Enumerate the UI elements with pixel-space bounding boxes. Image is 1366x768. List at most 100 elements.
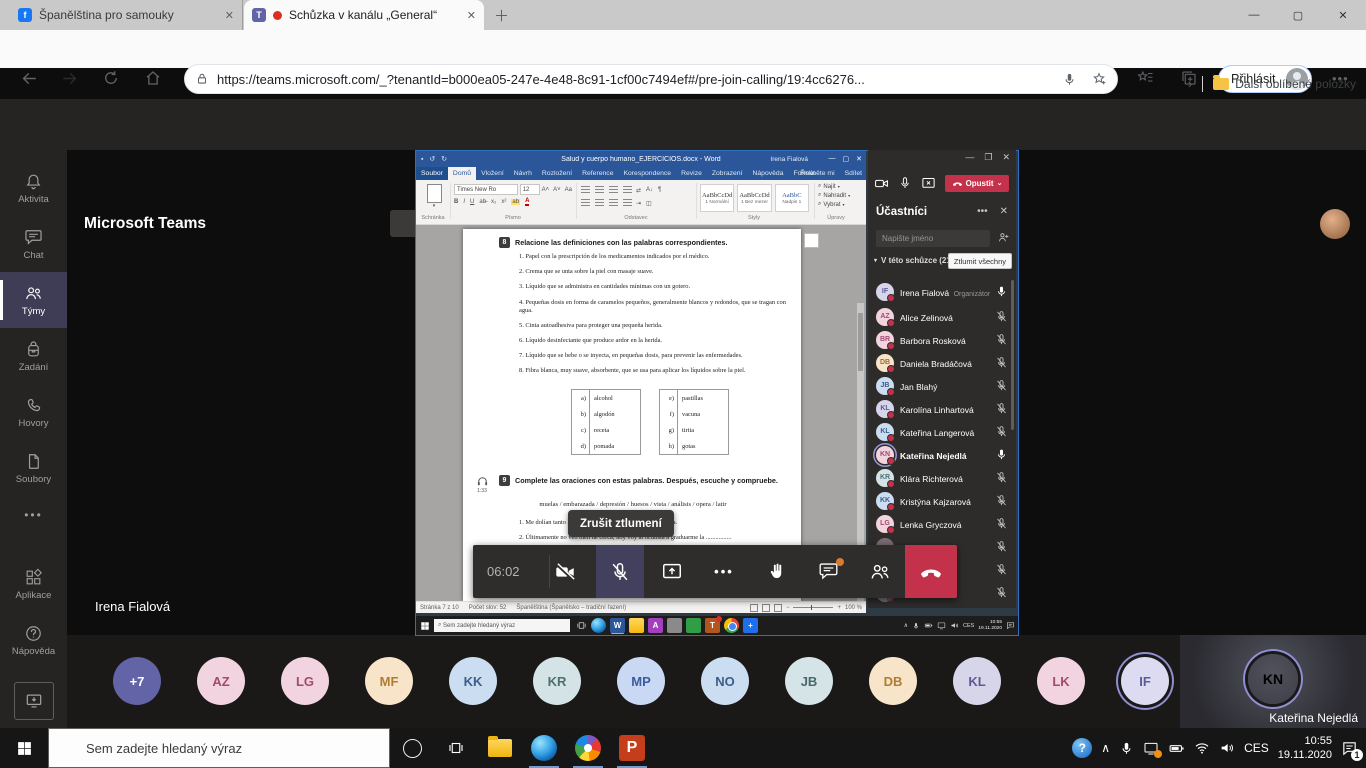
shared-taskbar-pin[interactable] [667, 618, 682, 633]
editing-command[interactable]: ⌕ Najít ▾ [818, 182, 862, 191]
browser-tab-active[interactable]: T Schůzka v kanálu „General“ ✕ [244, 0, 484, 30]
muted-mic-icon[interactable] [995, 563, 1008, 576]
taskbar-search-input[interactable]: Sem zadejte hledaný výraz [48, 728, 390, 768]
muted-mic-icon[interactable] [995, 425, 1008, 438]
raise-hand-button[interactable] [752, 545, 800, 598]
shared-taskbar-pin[interactable]: T [705, 616, 722, 633]
participant-row[interactable]: AZ Alice Zelinová [868, 305, 1016, 328]
filmstrip-avatar[interactable]: MF [365, 657, 413, 705]
shared-battery-icon[interactable] [924, 621, 933, 630]
rail-item-assignments[interactable]: Zadání [0, 328, 67, 384]
camera-icon[interactable] [874, 176, 889, 191]
filmstrip-avatar[interactable]: IF [1121, 657, 1169, 705]
favorites-bar-icon[interactable] [1136, 69, 1154, 87]
word-ribbon-tab[interactable]: Revize [676, 167, 707, 180]
mic-toggle-button[interactable] [596, 545, 644, 598]
rail-item-activity[interactable]: Aktivita [0, 160, 67, 216]
muted-mic-icon[interactable] [995, 379, 1008, 392]
view-read-icon[interactable] [749, 603, 758, 612]
mute-all-button[interactable]: Ztlumit všechny [947, 253, 1012, 269]
participant-row[interactable]: KK Kristýna Kajzarová [868, 489, 1016, 512]
muted-mic-icon[interactable] [995, 356, 1008, 369]
participant-row[interactable]: IF Irena Fialová Organizátor [868, 278, 1016, 305]
muted-mic-icon[interactable] [995, 333, 1008, 346]
filmstrip-avatar[interactable]: KK [449, 657, 497, 705]
rail-item-apps[interactable]: Aplikace [0, 556, 67, 612]
shared-clock[interactable]: 10:55 19.11.2020 [978, 620, 1002, 631]
camera-toggle-button[interactable] [541, 545, 589, 598]
panel-more-icon[interactable]: ••• [977, 206, 988, 217]
shared-taskbar-pin[interactable]: + [743, 618, 758, 633]
panel-close-icon[interactable]: ✕ [1000, 206, 1008, 217]
shared-volume-icon[interactable] [950, 621, 959, 630]
muted-mic-icon[interactable] [995, 494, 1008, 507]
status-page[interactable]: Stránka 7 z 10 [420, 605, 459, 611]
active-mic-icon[interactable] [995, 285, 1008, 298]
word-ribbon-tab[interactable]: Návrh [509, 167, 537, 180]
action-center-button[interactable]: 1 [1341, 740, 1363, 761]
muted-mic-icon[interactable] [995, 540, 1008, 553]
shared-taskbar-pin[interactable]: A [648, 618, 663, 633]
url-text[interactable]: https://teams.microsoft.com/_?tenantId=b… [217, 72, 1054, 87]
page-nav-widget[interactable] [804, 233, 819, 248]
tray-wifi-icon[interactable] [1194, 740, 1210, 756]
participant-row[interactable]: DB Daniela Bradáčová [868, 351, 1016, 374]
shared-taskbar-pin[interactable] [629, 618, 644, 633]
shared-lang-label[interactable]: CES [963, 623, 974, 629]
rail-item-chat[interactable]: Chat [0, 216, 67, 272]
self-video-tile[interactable]: KN Kateřina Nejedlá [1180, 635, 1366, 728]
muted-mic-icon[interactable] [995, 586, 1008, 599]
muted-mic-icon[interactable] [995, 471, 1008, 484]
tray-battery-icon[interactable] [1168, 740, 1185, 757]
style-card[interactable]: AaBbCcDd 1 Normální [700, 184, 735, 212]
shared-cast-icon[interactable] [937, 621, 946, 630]
browser-tab-inactive[interactable]: f Španělština pro samouky ✕ [10, 0, 243, 30]
muted-mic-icon[interactable] [995, 517, 1008, 530]
font-name-box[interactable]: Times New Ro [454, 184, 518, 195]
download-desktop-app-button[interactable] [14, 682, 54, 720]
filmstrip-avatar[interactable]: DB [869, 657, 917, 705]
shared-taskbar-pin[interactable]: W [610, 618, 625, 633]
word-ribbon-tab[interactable]: Zobrazení [707, 167, 748, 180]
rail-item-calls[interactable]: Hovory [0, 384, 67, 440]
participant-row[interactable]: BR Barbora Rosková [868, 328, 1016, 351]
share-button-label[interactable]: Sdílet [845, 170, 862, 177]
word-ribbon-tab[interactable]: Nápověda [747, 167, 788, 180]
status-language[interactable]: Španělština (Španělsko – tradiční řazení… [516, 605, 626, 611]
font-size-box[interactable]: 12 [519, 184, 540, 195]
word-ribbon-tab[interactable]: Rozložení [537, 167, 577, 180]
forward-icon[interactable] [60, 69, 79, 88]
muted-mic-icon[interactable] [995, 310, 1008, 323]
hang-up-button[interactable] [905, 545, 957, 598]
participant-row[interactable]: LG Lenka Gryczová [868, 512, 1016, 535]
paragraph-group[interactable]: ⇄ A↓ ¶ ⇥ ◫ [580, 182, 692, 214]
tab-close-icon[interactable]: ✕ [225, 9, 234, 22]
person-add-icon[interactable] [997, 231, 1010, 244]
rail-more-icon[interactable]: ••• [0, 496, 67, 534]
reload-icon[interactable] [102, 69, 120, 87]
window-maximize-button[interactable]: ▢ [1276, 0, 1320, 30]
voice-search-icon[interactable] [1062, 72, 1077, 87]
leave-button[interactable]: Opustit ⌄ [945, 174, 1009, 192]
shared-chevron-icon[interactable]: ∧ [904, 622, 908, 629]
styles-group[interactable]: AaBbCcDd 1 Normální AaBbCcDd 1 Bez mezer… [700, 182, 812, 214]
word-ribbon-tab[interactable]: Domů [447, 167, 477, 180]
share-screen-button[interactable] [648, 545, 696, 598]
word-window-buttons[interactable]: — ▢ ✕ [829, 155, 863, 163]
window-close-button[interactable]: ✕ [1320, 0, 1366, 30]
taskbar-pin[interactable] [522, 728, 566, 768]
task-view-button[interactable] [434, 728, 478, 768]
participant-row[interactable]: KN Kateřina Nejedlá [868, 443, 1016, 466]
tray-cast-icon[interactable] [1143, 740, 1163, 758]
shared-taskbar-pin[interactable] [724, 618, 739, 633]
participant-row[interactable]: JB Jan Blahý [868, 374, 1016, 397]
filmstrip-avatar[interactable]: MP [617, 657, 665, 705]
bookmarks-chevron-icon[interactable]: › [1188, 76, 1192, 91]
filmstrip-avatar[interactable]: LK [1037, 657, 1085, 705]
shared-start-icon[interactable] [420, 621, 430, 631]
clipboard-group[interactable]: ▾ [420, 182, 448, 214]
participant-row[interactable]: KL Karolína Linhartová [868, 397, 1016, 420]
font-group[interactable]: Times New Ro 12 A˄ A˅ Aa BIU ab̶ x₂ x² ab A [454, 182, 574, 214]
view-print-icon[interactable] [761, 603, 770, 612]
help-tray-icon[interactable]: ? [1072, 738, 1093, 758]
